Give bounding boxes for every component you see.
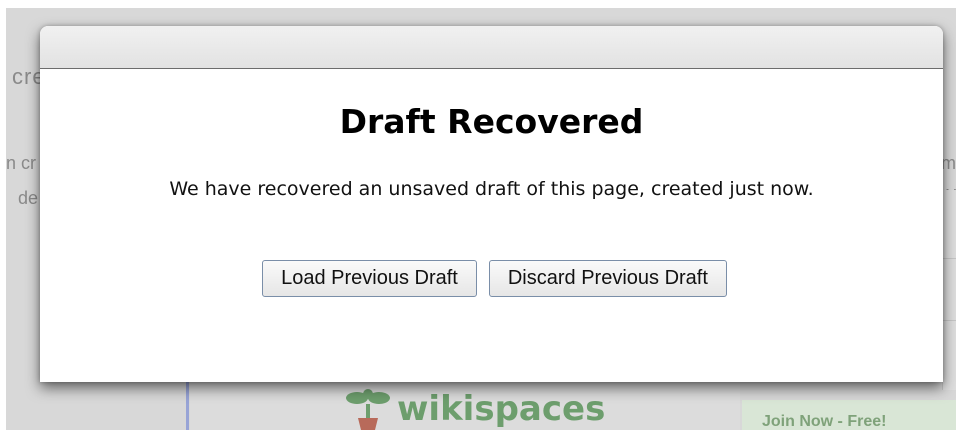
background-column-rule: [186, 380, 189, 430]
dialog-message: We have recovered an unsaved draft of th…: [169, 178, 814, 200]
background-text-fragment: de: [18, 188, 39, 208]
dialog-button-row: Load Previous Draft Discard Previous Dra…: [40, 260, 943, 297]
discard-previous-draft-button[interactable]: Discard Previous Draft: [488, 260, 727, 297]
sprout-icon: [346, 389, 390, 430]
background-sidebar-panel: [942, 190, 956, 390]
background-divider: [942, 258, 956, 259]
background-text-fragment: n cr: [6, 153, 37, 173]
load-previous-draft-button[interactable]: Load Previous Draft: [262, 260, 477, 297]
draft-recovered-dialog: Draft Recovered We have recovered an uns…: [40, 26, 943, 382]
dialog-header-bar[interactable]: [40, 26, 943, 69]
wikispaces-logo: wikispaces: [345, 388, 605, 430]
background-divider: [942, 320, 956, 321]
join-now-label: Join Now - Free!: [762, 413, 887, 430]
join-now-button: Join Now - Free!: [742, 400, 956, 430]
background-text-fragment: m: [941, 153, 956, 173]
dialog-title: Draft Recovered: [339, 102, 644, 141]
logo-text: wikispaces: [397, 389, 606, 429]
